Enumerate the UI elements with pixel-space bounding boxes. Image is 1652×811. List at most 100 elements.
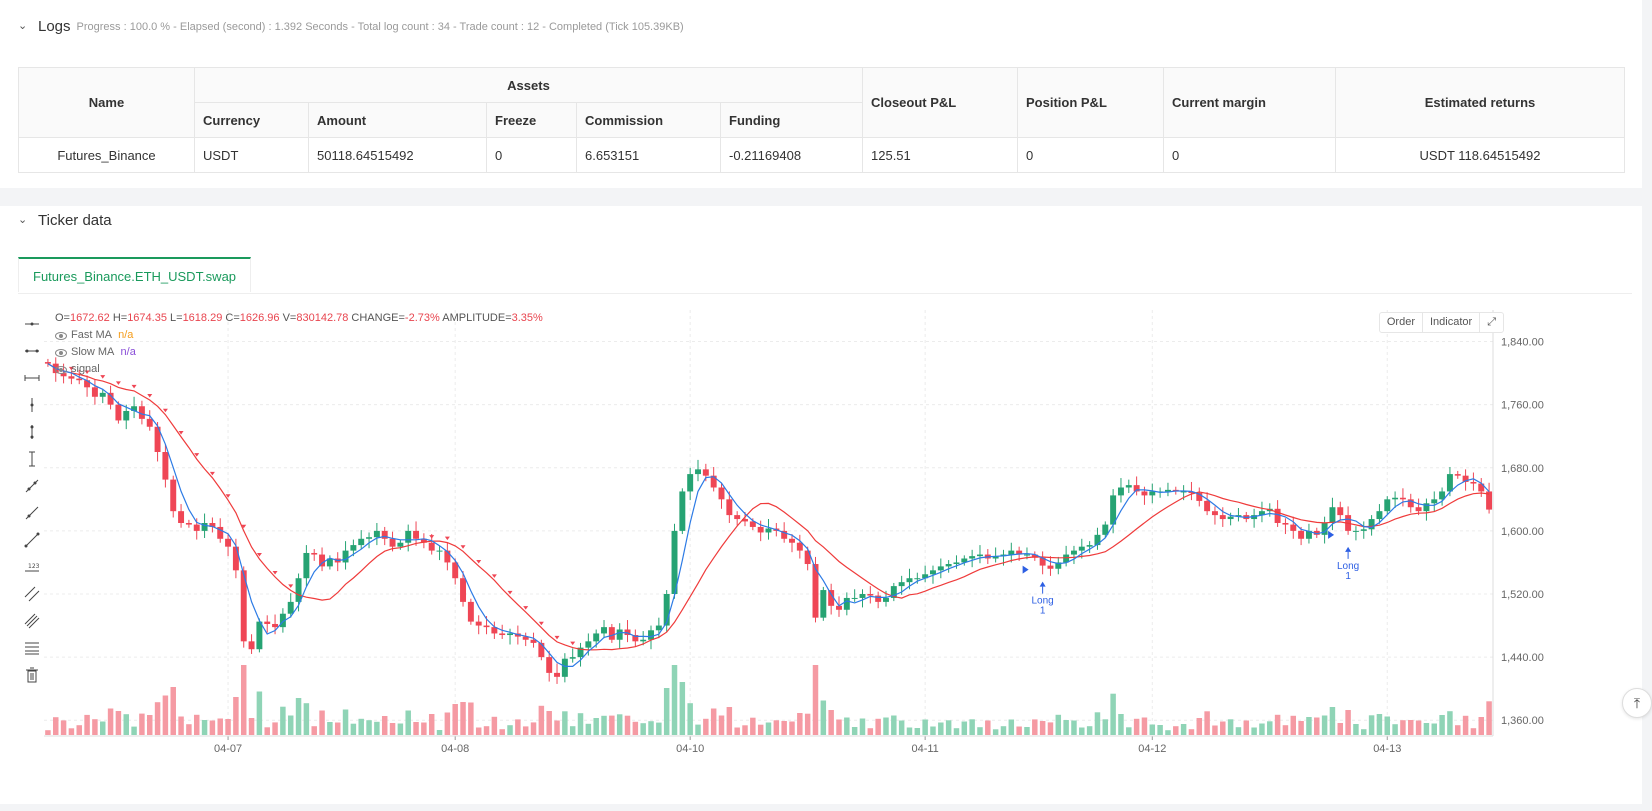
volume-bar — [781, 721, 787, 735]
volume-bar — [452, 704, 458, 735]
legend-signal[interactable]: signal — [55, 361, 543, 378]
logs-panel: ⌄ Logs Progress : 100.0 % - Elapsed (sec… — [0, 0, 1642, 188]
long-qty: 1 — [1040, 606, 1046, 617]
legend-fast-ma[interactable]: Fast MA n/a — [55, 327, 543, 344]
signal-marker — [115, 381, 121, 385]
parallel-channel-icon[interactable] — [18, 580, 46, 607]
volume-value: 830142.78 — [296, 312, 349, 324]
volume-bar — [45, 730, 51, 735]
slow-ma-value: n/a — [120, 346, 136, 358]
col-funding: Funding — [720, 102, 863, 138]
ticker-header[interactable]: ⌄ Ticker data — [18, 212, 112, 229]
candle-body — [898, 582, 905, 587]
volume-bar — [201, 720, 208, 735]
chart-area[interactable]: 1,840.00 1,760.00 1,680.00 1,600.00 1,520.00… — [18, 310, 1626, 800]
fib-retracement-icon[interactable] — [18, 634, 46, 661]
trash-icon[interactable] — [18, 661, 46, 688]
cell-closeout-pl: 125.51 — [862, 137, 1018, 173]
volume-bar — [1392, 724, 1398, 735]
candle-body — [554, 672, 561, 677]
extended-line-icon[interactable] — [18, 526, 46, 553]
volume-bar — [1000, 726, 1007, 735]
candle-body — [1008, 550, 1015, 555]
volume-bar — [757, 724, 764, 735]
cursor-icon[interactable] — [18, 310, 46, 337]
change-value: -2.73% — [404, 312, 440, 324]
volume-bar — [1086, 726, 1093, 735]
vertical-ray-icon[interactable] — [18, 445, 46, 472]
chevron-down-icon[interactable]: ⌄ — [18, 19, 32, 32]
logs-header[interactable]: ⌄ Logs Progress : 100.0 % - Elapsed (sec… — [18, 18, 684, 35]
volume-bar — [1282, 725, 1289, 735]
candle-body — [467, 601, 474, 622]
candle-body — [475, 621, 482, 626]
volume-bar — [875, 718, 881, 735]
cell-amount: 50118.64515492 — [308, 137, 487, 173]
candle-body — [1086, 545, 1093, 547]
candle-body — [1211, 511, 1218, 516]
volume-bar — [750, 717, 756, 735]
volume-bar — [76, 725, 82, 735]
order-button[interactable]: Order — [1380, 313, 1423, 332]
fullscreen-icon[interactable]: ⤢ — [1480, 313, 1503, 332]
volume-bar — [734, 727, 740, 735]
col-currency: Currency — [194, 102, 309, 138]
volume-bar — [977, 727, 983, 735]
candle-body — [679, 491, 686, 531]
eye-icon[interactable] — [55, 331, 67, 340]
volume-bar — [68, 728, 75, 735]
volume-bar — [475, 727, 482, 735]
volume-bar — [1314, 717, 1320, 735]
volume-bar — [131, 726, 137, 735]
volume-bar — [287, 715, 294, 735]
volume-bar — [225, 719, 231, 735]
volume-bar — [632, 721, 639, 735]
vertical-line-icon[interactable] — [18, 391, 46, 418]
pitchfork-icon[interactable] — [18, 607, 46, 634]
tab-eth-usdt-swap[interactable]: Futures_Binance.ETH_USDT.swap — [18, 257, 252, 292]
ray-line-icon[interactable] — [18, 499, 46, 526]
volume-bar — [483, 726, 490, 735]
volume-bar — [624, 715, 631, 735]
drawing-toolbar: 123 — [18, 310, 46, 688]
indicator-button[interactable]: Indicator — [1423, 313, 1481, 332]
candle-body — [883, 597, 889, 602]
vertical-segment-icon[interactable] — [18, 418, 46, 445]
volume-bar — [836, 719, 842, 735]
volume-bar — [828, 710, 834, 735]
candle-body — [483, 625, 490, 628]
y-tick-label: 1,520.00 — [1501, 589, 1544, 601]
volume-bar — [468, 702, 474, 735]
volume-bar — [92, 719, 98, 735]
volume-bar — [609, 715, 615, 735]
volume-bar — [1376, 714, 1383, 735]
trend-line-icon[interactable] — [18, 472, 46, 499]
volume-bar — [1024, 727, 1030, 735]
scroll-to-top-icon[interactable]: ⤒ — [1622, 688, 1652, 718]
volume-bar — [1157, 725, 1163, 735]
price-label-icon[interactable]: 123 — [18, 553, 46, 580]
volume-bar — [256, 691, 263, 735]
candle-body — [616, 629, 623, 640]
eye-icon[interactable] — [55, 348, 67, 357]
volume-bar — [342, 709, 349, 735]
horizontal-ray-icon[interactable] — [18, 364, 46, 391]
candle-body — [256, 621, 263, 650]
horizontal-line-icon[interactable] — [18, 337, 46, 364]
volume-bar — [436, 730, 443, 735]
volume-bar — [280, 706, 286, 735]
candlestick-chart[interactable]: 1,840.00 1,760.00 1,680.00 1,600.00 1,520.00… — [18, 310, 1626, 800]
y-tick-label: 1,760.00 — [1501, 400, 1544, 412]
volume-bar — [1400, 720, 1406, 735]
candle-body — [311, 552, 318, 555]
candle-body — [1360, 529, 1367, 531]
eye-icon[interactable] — [55, 365, 67, 374]
x-tick-label: 04-13 — [1373, 743, 1401, 755]
volume-bar — [1423, 723, 1430, 735]
volume-bar — [953, 728, 960, 735]
legend-slow-ma[interactable]: Slow MA n/a — [55, 344, 543, 361]
chevron-down-icon[interactable]: ⌄ — [18, 213, 32, 226]
signal-marker — [131, 384, 137, 389]
candle-body — [1399, 497, 1406, 500]
candle-body — [1078, 546, 1085, 551]
